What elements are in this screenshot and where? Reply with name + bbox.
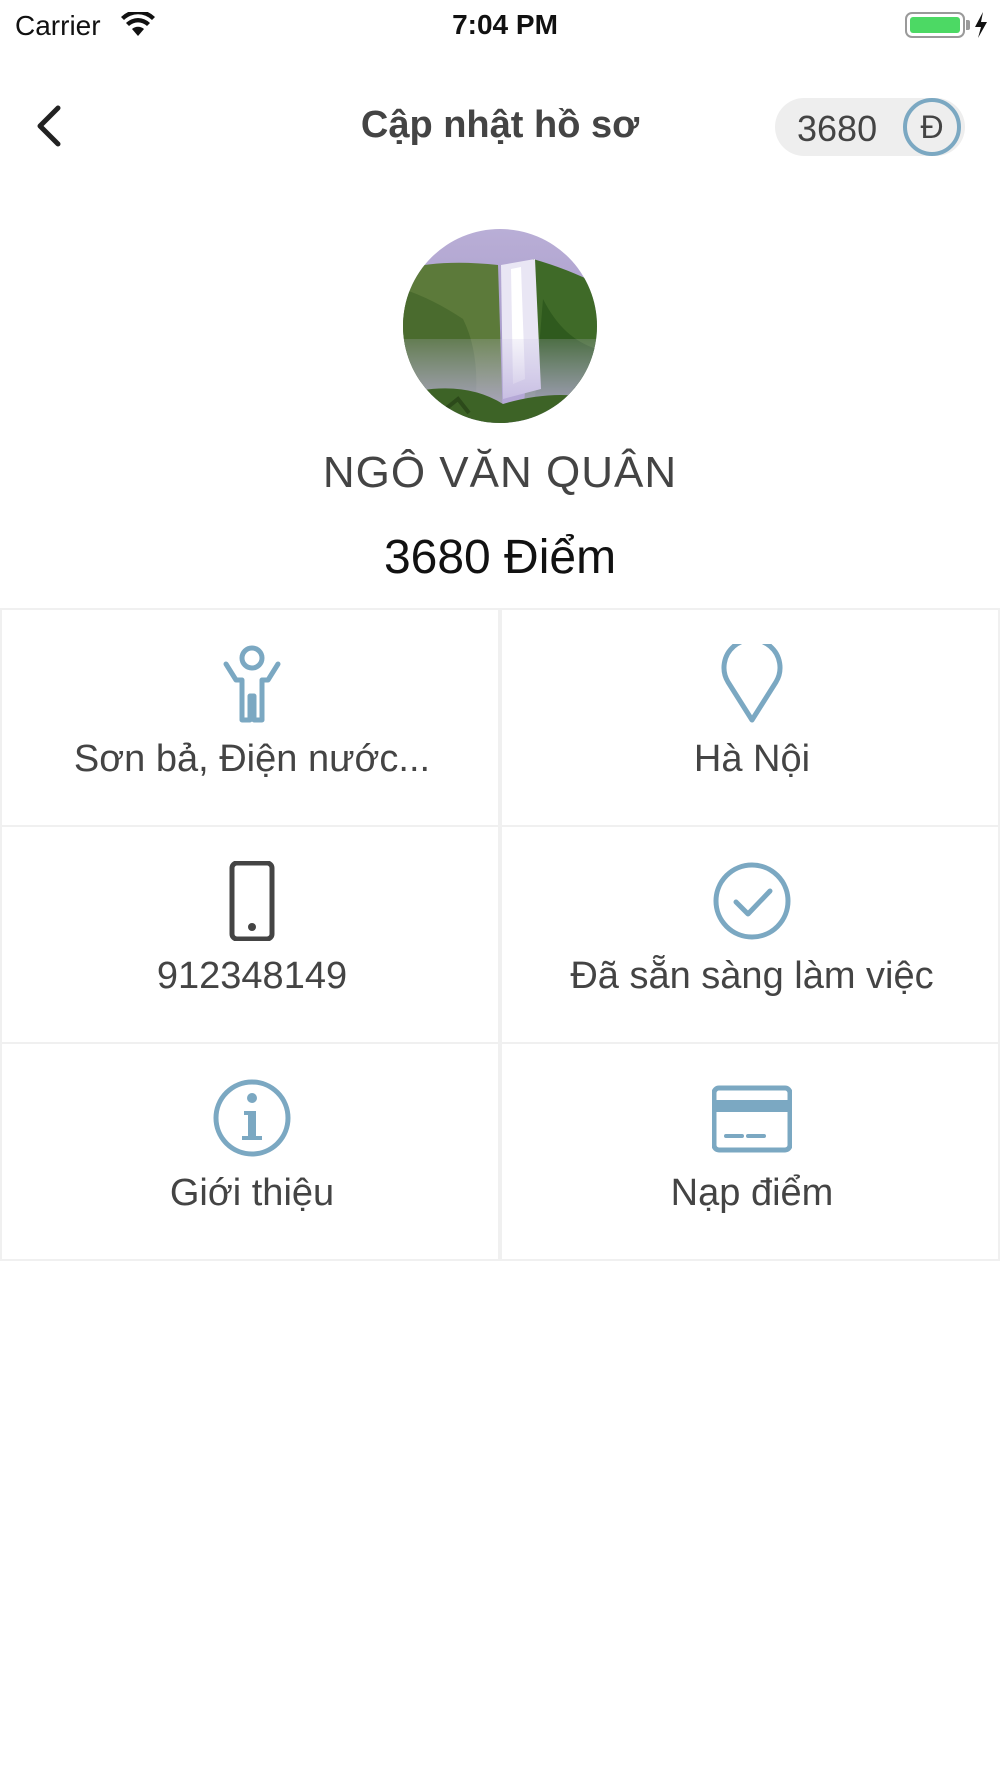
navigation-bar: Cập nhật hồ sơ 3680 Đ xyxy=(0,76,1000,176)
about-cell[interactable]: Giới thiệu xyxy=(0,1044,500,1261)
map-pin-icon xyxy=(721,644,783,723)
points-badge-value: 3680 xyxy=(797,108,878,149)
avatar[interactable] xyxy=(403,229,597,423)
waterfall-photo xyxy=(403,229,597,423)
location-label: Hà Nội xyxy=(693,738,811,780)
battery-level xyxy=(910,17,960,33)
battery-cap xyxy=(966,20,970,30)
check-circle-icon xyxy=(713,862,791,940)
phone-icon xyxy=(229,861,275,941)
chevron-left-icon xyxy=(37,105,61,147)
status-time: 7:04 PM xyxy=(452,9,558,40)
phone-cell[interactable]: 912348149 xyxy=(0,827,500,1044)
phone-label: 912348149 xyxy=(156,955,348,997)
credit-card-icon xyxy=(712,1085,792,1153)
profile-name: NGÔ VĂN QUÂN xyxy=(322,448,678,497)
profile-screen: Carrier 7:04 PM Cập nhật hồ sơ 3680 Đ NG… xyxy=(0,0,1000,1778)
top-up-label: Nạp điểm xyxy=(670,1172,834,1214)
page-title: Cập nhật hồ sơ xyxy=(360,104,640,146)
skills-cell[interactable]: Sơn bả, Điện nước... xyxy=(0,610,500,827)
skills-label: Sơn bả, Điện nước... xyxy=(73,738,431,780)
coin-icon: Đ xyxy=(903,98,961,156)
availability-label: Đã sẵn sàng làm việc xyxy=(570,955,934,997)
charging-bolt-icon xyxy=(975,12,987,38)
about-label: Giới thiệu xyxy=(169,1172,335,1214)
top-up-cell[interactable]: Nạp điểm xyxy=(500,1044,1000,1261)
status-bar: Carrier 7:04 PM xyxy=(0,0,1000,50)
points-badge[interactable]: 3680 Đ xyxy=(775,98,965,156)
info-icon xyxy=(213,1079,291,1157)
profile-menu-grid: Sơn bả, Điện nước... Hà Nội 912348149 Đã… xyxy=(0,608,1000,1261)
availability-cell[interactable]: Đã sẵn sàng làm việc xyxy=(500,827,1000,1044)
back-button[interactable] xyxy=(30,100,70,152)
profile-points: 3680 Điểm xyxy=(383,531,617,584)
person-icon xyxy=(223,645,281,723)
location-cell[interactable]: Hà Nội xyxy=(500,610,1000,827)
battery-icon xyxy=(905,12,965,38)
